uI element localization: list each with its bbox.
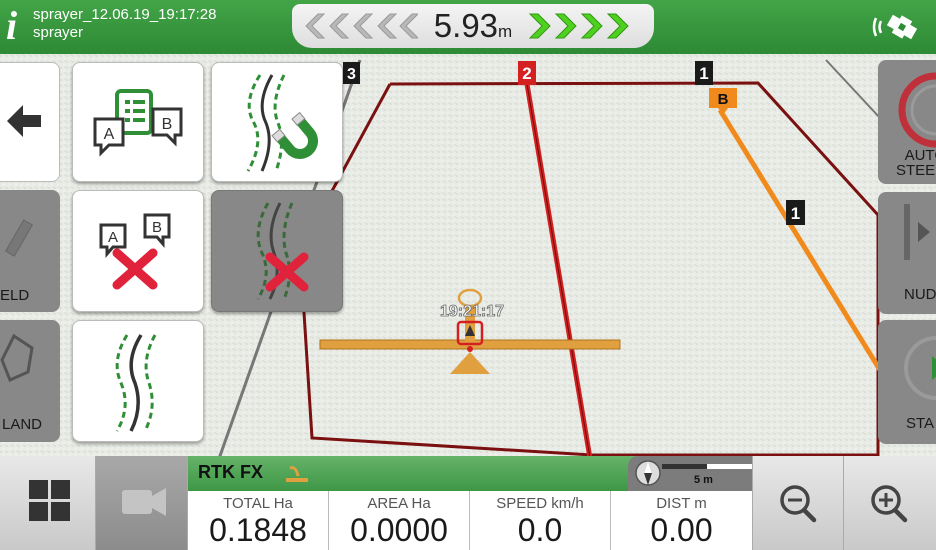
back-panel [0,62,60,182]
readout-value: 0.00 [650,512,713,548]
gps-fix-status: RTK FX [198,462,263,482]
cross-track-unit: m [498,22,513,41]
zoom-in-button[interactable] [844,456,936,550]
scale-label: 5 m [694,474,713,486]
readout-label: AREA Ha [367,495,431,512]
readout-value: 0.1848 [209,512,307,548]
status-strip: RTK FX 5 m [188,456,752,491]
svg-text:A: A [108,229,118,246]
video-camera-icon [122,488,166,516]
side-label-field: ELD [0,287,30,304]
vehicle-timestamp: 19:21:17 [440,303,504,320]
gps-signal-icon[interactable] [870,10,926,44]
side-label-land: LAND [2,416,43,433]
zoom-out-icon [780,485,817,523]
camera-button[interactable] [96,456,188,550]
lightbar: 5.93m [292,4,654,48]
readout-value: 0.0000 [350,512,448,548]
land-side-panel[interactable]: LAND [0,320,60,442]
curve-lines-icon [115,334,157,432]
start-button[interactable]: STA [878,320,936,444]
svg-text:B: B [718,91,729,108]
line-label-3: 3 [343,62,360,84]
readout-label: DIST m [656,495,707,512]
nudge-label: NUD [904,286,936,303]
arrow-left-icon[interactable] [0,63,60,182]
zoom-in-icon [871,485,908,523]
ab-delete-icon: A B [99,213,171,290]
auto-steer-label: AUTO STEER [895,147,936,179]
start-label: STA [906,415,935,432]
grid-icon [29,480,70,521]
zoom-out-button[interactable] [752,456,844,550]
job-name: sprayer_12.06.19_19:17:28 [33,6,217,23]
top-bar: i sprayer_12.06.19_19:17:28 sprayer 5.93… [0,0,936,54]
line-label-2-top: 2 [518,61,536,85]
right-chevrons-icon [528,13,629,39]
job-type: sprayer [33,24,84,41]
left-chevrons-icon [305,13,418,39]
speed-readout: SPEED km/h 0.0 [470,491,611,550]
distance-readout: DIST m 0.00 [611,491,752,550]
cross-track-value: 5.93 [433,7,499,44]
svg-text:B: B [162,116,173,133]
svg-text:1: 1 [791,204,800,223]
curve-guidance-button[interactable] [72,320,204,442]
area-readout: AREA Ha 0.0000 [329,491,470,550]
line-label-1-right: 1 [786,200,805,225]
snap-to-line-button[interactable] [211,62,343,182]
svg-text:B: B [152,219,162,236]
total-area-readout: TOTAL Ha 0.1848 [188,491,329,550]
auto-steer-button[interactable]: AUTO STEER [878,60,936,184]
delete-ab-line-button[interactable]: A B [72,190,204,312]
compass-icon[interactable] [634,458,664,490]
svg-text:2: 2 [522,64,531,83]
readouts-panel: TOTAL Ha 0.1848 AREA Ha 0.0000 SPEED km/… [188,491,752,550]
svg-text:1: 1 [699,64,708,83]
curve-delete-icon [256,202,309,300]
menu-grid-button[interactable] [0,456,96,550]
readout-label: TOTAL Ha [223,495,293,512]
field-side-panel[interactable]: ELD [0,190,60,312]
ab-list-icon: A B [93,89,183,157]
nudge-button[interactable]: NUD [878,192,936,314]
delete-curve-button[interactable] [211,190,343,312]
cross-track-error: 5.93m [418,7,528,51]
map-scale: 5 m [628,456,752,491]
magnet-curve-icon [246,74,318,172]
bottom-bar: RTK FX 5 m TOTAL Ha 0.1848 AREA Ha 0.000… [0,456,936,550]
implement-icon [286,466,308,482]
scale-bar [662,464,752,469]
ab-line-list-button[interactable]: A B [72,62,204,182]
readout-label: SPEED km/h [496,495,584,512]
svg-text:3: 3 [347,66,356,83]
line-label-1-top: 1 [695,61,713,85]
info-icon[interactable]: i [6,6,28,46]
readout-value: 0.0 [517,512,563,548]
svg-text:A: A [104,126,115,143]
